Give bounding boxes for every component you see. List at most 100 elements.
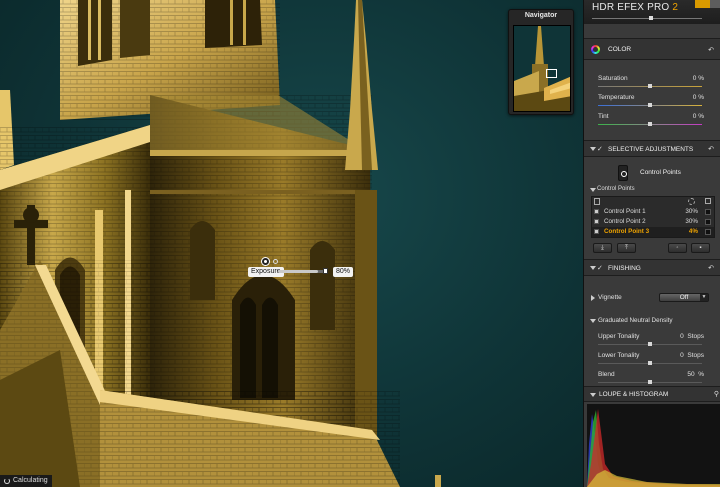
histogram [587,404,720,487]
list-mask-icon [705,198,711,204]
color-reset-icon[interactable]: ↶ [708,46,714,54]
vignette-dropdown[interactable]: Off ▼ [659,293,709,302]
vignette-label: Vignette [598,294,622,301]
header-slider[interactable] [592,18,702,19]
blend-unit: % [698,371,704,378]
control-point-3-mask[interactable] [705,229,711,235]
color-section-header[interactable]: COLOR ↶ [584,38,720,60]
selective-enabled-check[interactable]: ✓ [597,145,603,153]
saturation-knob[interactable] [648,84,652,88]
control-point-2-name: Control Point 2 [604,218,646,225]
header-slider-knob[interactable] [649,16,653,20]
product-version: 2 [672,2,679,13]
chevron-down-icon: ▼ [700,294,708,301]
saturation-label: Saturation [598,75,628,82]
control-point-2-mask[interactable] [705,219,711,225]
upper-tonality-value: 0 [680,333,684,340]
panel-header: HDR EFEX PRO 2 [584,0,720,24]
control-point-slider-knob[interactable] [323,268,328,274]
loupe-pin-icon[interactable]: ⚲ [714,390,719,398]
navigator-title: Navigator [524,12,558,19]
selective-reset-icon[interactable]: ↶ [708,145,714,153]
lower-tonality-readout[interactable]: 0 Stops [680,352,704,359]
control-points-button-label[interactable]: Control Points [640,169,681,176]
control-point-1-name: Control Point 1 [604,208,646,215]
temperature-label: Temperature [598,94,635,101]
color-section-title: COLOR [608,46,632,53]
control-point-size-handle[interactable] [273,259,278,264]
temperature-knob[interactable] [648,103,652,107]
control-point-3-percent: 4% [688,228,698,235]
lower-tonality-value: 0 [680,352,684,359]
gnd-collapse-icon[interactable] [590,319,596,323]
ungroup-button[interactable]: ⤒ [617,243,636,253]
vignette-dropdown-value: Off [679,294,689,301]
control-point-1-checkbox[interactable] [594,209,599,214]
settings-panel: HDR EFEX PRO 2 COLOR ↶ Saturation 0 % Te… [583,0,720,487]
navigator-panel[interactable]: Navigator [508,9,574,115]
control-points-collapse-icon[interactable] [590,188,596,192]
upper-tonality-unit: Stops [687,333,704,340]
product-name: HDR EFEX PRO [592,2,670,13]
blend-label: Blend [598,371,615,378]
group-button[interactable]: ⤓ [593,243,612,253]
upper-tonality-label: Upper Tonality [598,333,640,340]
gnd-title: Graduated Neutral Density [598,317,673,324]
spinner-icon [4,478,10,484]
control-point-row-1[interactable]: Control Point 1 30% [592,207,714,217]
navigator-thumbnail[interactable] [513,25,571,112]
loupe-section-title: LOUPE & HISTOGRAM [599,391,669,398]
list-opacity-icon [688,198,695,205]
loupe-section-header[interactable]: LOUPE & HISTOGRAM ⚲ [584,386,720,402]
selective-collapse-icon[interactable] [590,147,596,151]
control-point-1-mask[interactable] [705,209,711,215]
control-point-2-checkbox[interactable] [594,219,599,224]
cathedral-photo [0,0,441,487]
list-doc-icon [594,198,600,205]
temperature-value[interactable]: 0 % [693,94,704,101]
blend-value: 50 [687,371,695,378]
finishing-reset-icon[interactable]: ↶ [708,264,714,272]
tint-value[interactable]: 0 % [693,113,704,120]
control-point-slider[interactable] [278,270,328,273]
control-point-row-3[interactable]: Control Point 3 4% [592,227,714,237]
control-point-2-percent: 30% [685,218,698,225]
app-window: Exposure 80% Calculating Navigator HDR E… [0,0,720,487]
control-point-3-name: Control Point 3 [604,228,650,235]
control-points-list: Control Point 1 30% Control Point 2 30% … [591,196,715,238]
blend-readout[interactable]: 50 % [687,371,704,378]
selective-section-header[interactable]: ✓ SELECTIVE ADJUSTMENTS ↶ [584,140,720,157]
control-point-handle[interactable] [262,258,269,265]
loupe-collapse-icon[interactable] [590,393,596,397]
lower-tonality-unit: Stops [687,352,704,359]
finishing-section-header[interactable]: ✓ FINISHING ↶ [584,259,720,276]
control-point-row-2[interactable]: Control Point 2 30% [592,217,714,227]
control-point-1-percent: 30% [685,208,698,215]
status-text: Calculating [13,477,48,484]
navigator-thumbnail-image [514,26,570,111]
control-point-overlay[interactable]: Exposure 80% [248,256,358,278]
control-point-3-checkbox[interactable] [594,229,599,234]
control-points-list-header [592,197,714,207]
navigator-viewport-rect[interactable] [546,69,557,78]
duplicate-button[interactable]: ◦ [668,243,687,253]
upper-tonality-readout[interactable]: 0 Stops [680,333,704,340]
color-wheel-center [593,47,598,52]
upper-tonality-knob[interactable] [648,342,652,346]
status-bar: Calculating [0,475,52,487]
lower-tonality-knob[interactable] [648,361,652,365]
lower-tonality-label: Lower Tonality [598,352,640,359]
vignette-expand-icon[interactable] [591,295,595,301]
delete-button[interactable]: ▪ [691,243,710,253]
control-points-list-title: Control Points [597,186,635,192]
info-icon[interactable] [710,0,720,8]
saturation-value[interactable]: 0 % [693,75,704,82]
control-point-value: 80% [333,267,354,277]
image-preview[interactable]: Exposure 80% Calculating [0,0,583,487]
finishing-collapse-icon[interactable] [590,266,596,270]
tint-knob[interactable] [648,122,652,126]
add-control-point-button[interactable] [618,165,628,181]
blend-knob[interactable] [648,380,652,384]
selective-section-title: SELECTIVE ADJUSTMENTS [608,146,694,153]
finishing-enabled-check[interactable]: ✓ [597,264,603,272]
